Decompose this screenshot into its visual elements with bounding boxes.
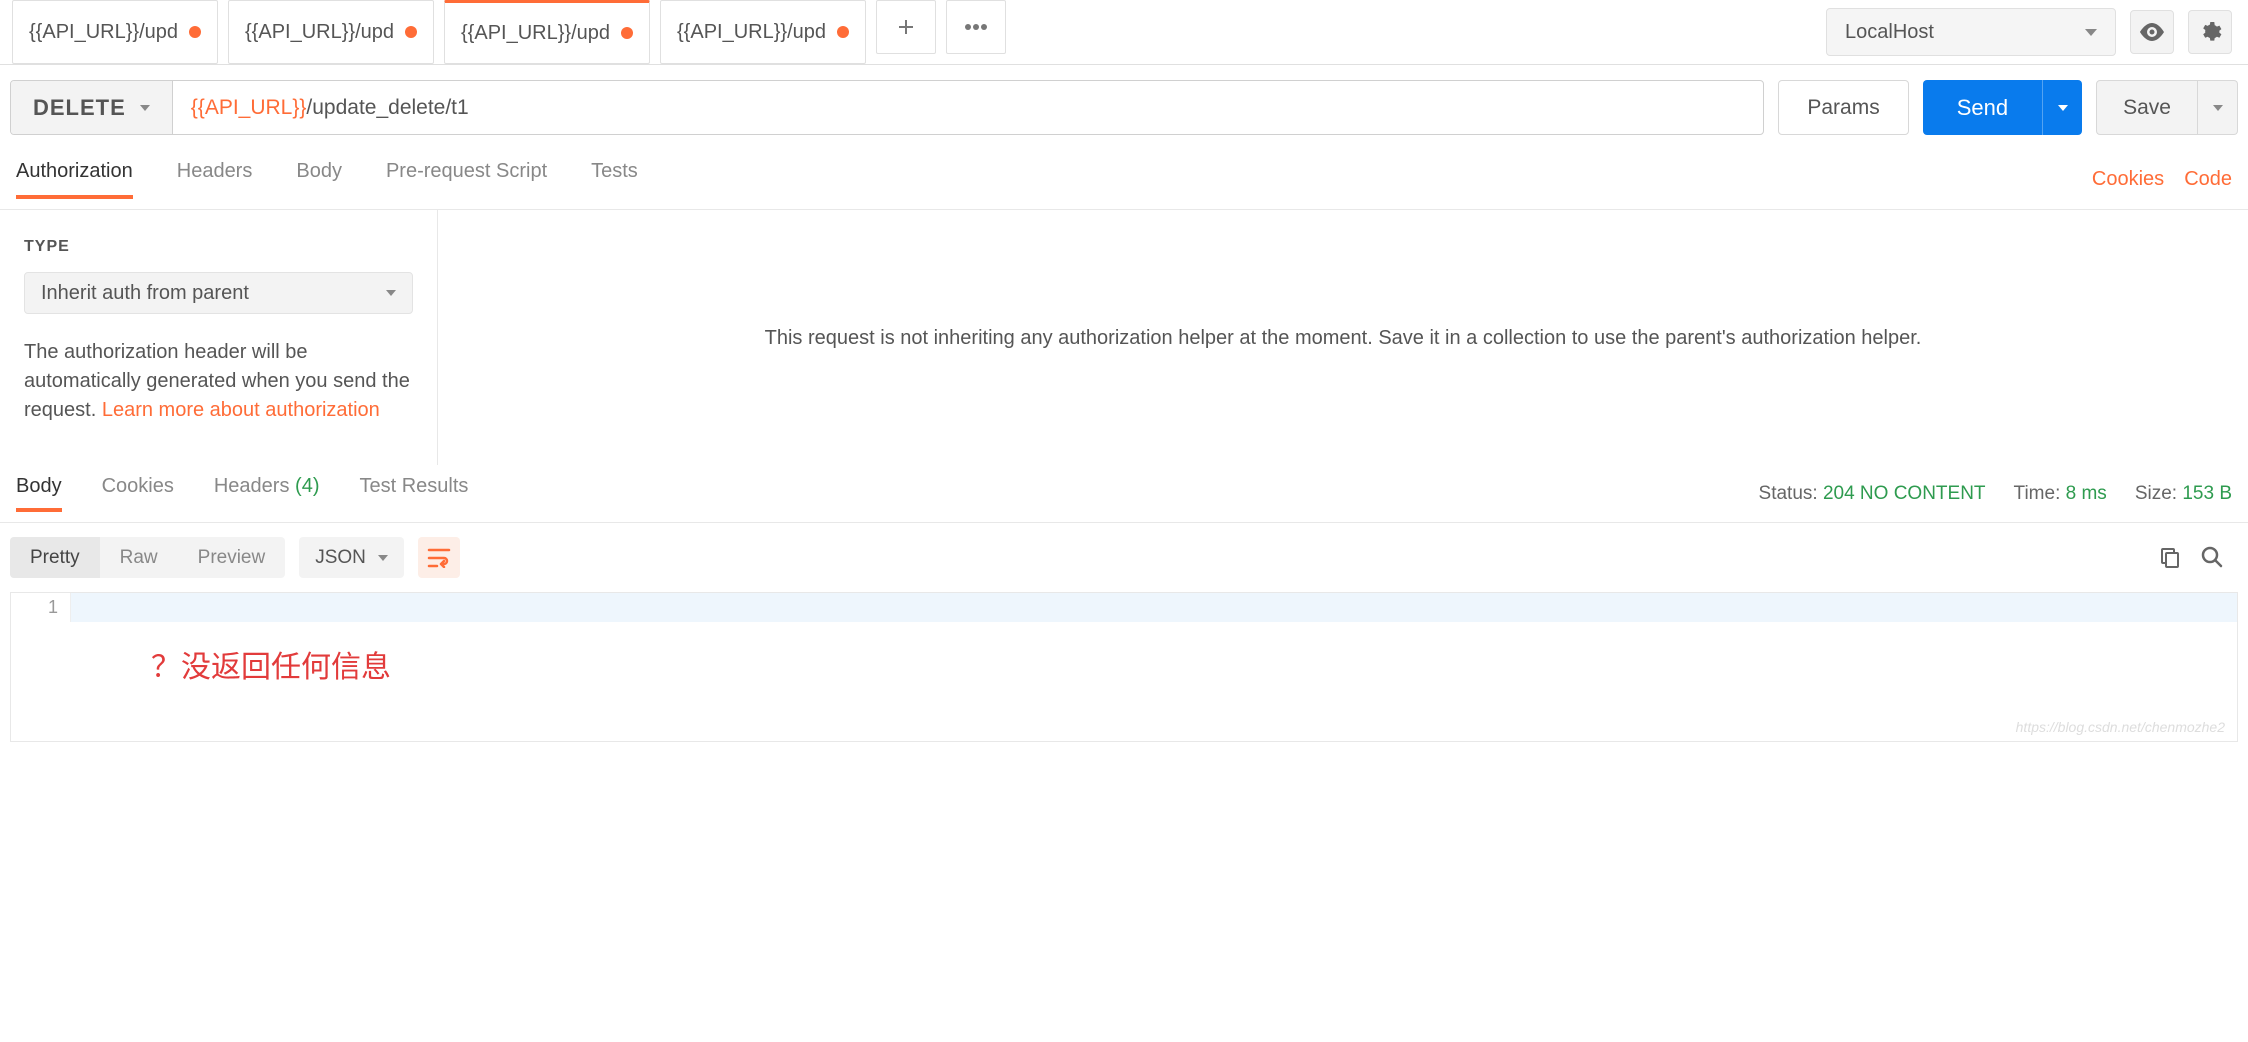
request-tab-0[interactable]: {{API_URL}}/update_d: [12, 0, 218, 64]
chevron-down-icon: [378, 555, 388, 561]
chevron-down-icon: [2213, 105, 2223, 111]
size-stat: Size: 153 B: [2135, 483, 2232, 505]
request-tab-label: {{API_URL}}/update_d: [677, 21, 825, 44]
request-tab-2[interactable]: {{API_URL}}/update_d: [444, 0, 650, 64]
wrap-toggle-button[interactable]: [418, 537, 460, 578]
url-input[interactable]: {{API_URL}}/update_delete/t1: [173, 81, 1764, 134]
size-label: Size:: [2135, 483, 2177, 504]
environment-select[interactable]: LocalHost: [1826, 8, 2116, 56]
line-number: 1: [11, 593, 71, 622]
request-tab-1[interactable]: {{API_URL}}/update_d: [228, 0, 434, 64]
request-tab-label: {{API_URL}}/update_d: [29, 21, 177, 44]
gear-icon: [2198, 20, 2222, 44]
settings-button[interactable]: [2188, 10, 2232, 54]
response-tab-headers[interactable]: Headers (4): [214, 475, 320, 512]
dots-icon: [964, 23, 988, 31]
save-button[interactable]: Save: [2096, 80, 2198, 135]
status-value: 204 NO CONTENT: [1823, 483, 1986, 504]
top-right-controls: LocalHost: [1810, 8, 2248, 56]
format-value: JSON: [315, 547, 366, 569]
tab-prerequest[interactable]: Pre-request Script: [386, 160, 547, 199]
send-button[interactable]: Send: [1923, 80, 2042, 135]
method-select[interactable]: DELETE: [11, 81, 173, 134]
method-value: DELETE: [33, 95, 126, 121]
auth-learn-more-link[interactable]: Learn more about authorization: [102, 399, 380, 421]
request-tab-3[interactable]: {{API_URL}}/update_d: [660, 0, 866, 64]
new-tab-button[interactable]: [876, 0, 936, 54]
copy-button[interactable]: [2158, 545, 2184, 571]
send-dropdown-button[interactable]: [2042, 80, 2082, 135]
params-button[interactable]: Params: [1778, 80, 1908, 135]
time-label: Time:: [2014, 483, 2061, 504]
url-group: DELETE {{API_URL}}/update_delete/t1: [10, 80, 1764, 135]
auth-description: The authorization header will be automat…: [24, 338, 413, 425]
auth-inherit-message: This request is not inheriting any autho…: [765, 323, 1922, 353]
response-editor[interactable]: 1 ？没返回任何信息 https://blog.csdn.net/chenmoz…: [10, 592, 2238, 742]
cookies-link[interactable]: Cookies: [2092, 168, 2164, 191]
time-stat: Time: 8 ms: [2014, 483, 2107, 505]
size-value: 153 B: [2182, 483, 2232, 504]
tab-tests[interactable]: Tests: [591, 160, 638, 199]
view-mode-pretty[interactable]: Pretty: [10, 537, 100, 578]
chevron-down-icon: [2058, 105, 2068, 111]
watermark: https://blog.csdn.net/chenmozhe2: [2016, 719, 2225, 735]
plus-icon: [896, 17, 916, 37]
save-dropdown-button[interactable]: [2198, 80, 2238, 135]
status-label: Status:: [1759, 483, 1818, 504]
response-tab-cookies[interactable]: Cookies: [102, 475, 174, 512]
auth-left-panel: TYPE Inherit auth from parent The author…: [0, 210, 438, 465]
body-view-mode-group: Pretty Raw Preview: [10, 537, 285, 578]
request-tabs: {{API_URL}}/update_d {{API_URL}}/update_…: [0, 0, 1810, 64]
auth-type-label: TYPE: [24, 238, 413, 256]
unsaved-dot-icon: [837, 26, 849, 38]
eye-icon: [2139, 23, 2165, 41]
headers-count-badge: (4): [295, 475, 319, 497]
request-tab-label: {{API_URL}}/update_d: [245, 21, 393, 44]
chevron-down-icon: [140, 105, 150, 111]
auth-type-select[interactable]: Inherit auth from parent: [24, 272, 413, 314]
search-button[interactable]: [2200, 545, 2226, 571]
response-tab-headers-label: Headers: [214, 475, 290, 497]
wrap-icon: [427, 548, 451, 568]
copy-icon: [2158, 545, 2182, 569]
tab-body[interactable]: Body: [296, 160, 342, 199]
line-content: [71, 593, 2237, 622]
unsaved-dot-icon: [405, 26, 417, 38]
request-tab-label: {{API_URL}}/update_d: [461, 22, 609, 45]
chevron-down-icon: [2085, 29, 2097, 36]
auth-right-panel: This request is not inheriting any autho…: [438, 210, 2248, 465]
tab-authorization[interactable]: Authorization: [16, 160, 133, 199]
environment-quicklook-button[interactable]: [2130, 10, 2174, 54]
format-select[interactable]: JSON: [299, 537, 404, 578]
url-variable: {{API_URL}}: [191, 96, 307, 120]
annotation-text: ？没返回任何信息: [11, 622, 2237, 686]
unsaved-dot-icon: [189, 26, 201, 38]
view-mode-preview[interactable]: Preview: [178, 537, 286, 578]
status-stat: Status: 204 NO CONTENT: [1759, 483, 1986, 505]
response-tab-tests[interactable]: Test Results: [359, 475, 468, 512]
auth-type-value: Inherit auth from parent: [41, 282, 249, 305]
search-icon: [2200, 545, 2224, 569]
response-tab-body[interactable]: Body: [16, 475, 62, 512]
view-mode-raw[interactable]: Raw: [100, 537, 178, 578]
time-value: 8 ms: [2066, 483, 2107, 504]
code-link[interactable]: Code: [2184, 168, 2232, 191]
tab-options-button[interactable]: [946, 0, 1006, 54]
environment-value: LocalHost: [1845, 21, 1934, 44]
unsaved-dot-icon: [621, 27, 633, 39]
chevron-down-icon: [386, 290, 396, 296]
tab-headers[interactable]: Headers: [177, 160, 253, 199]
url-path: /update_delete/t1: [306, 96, 468, 120]
